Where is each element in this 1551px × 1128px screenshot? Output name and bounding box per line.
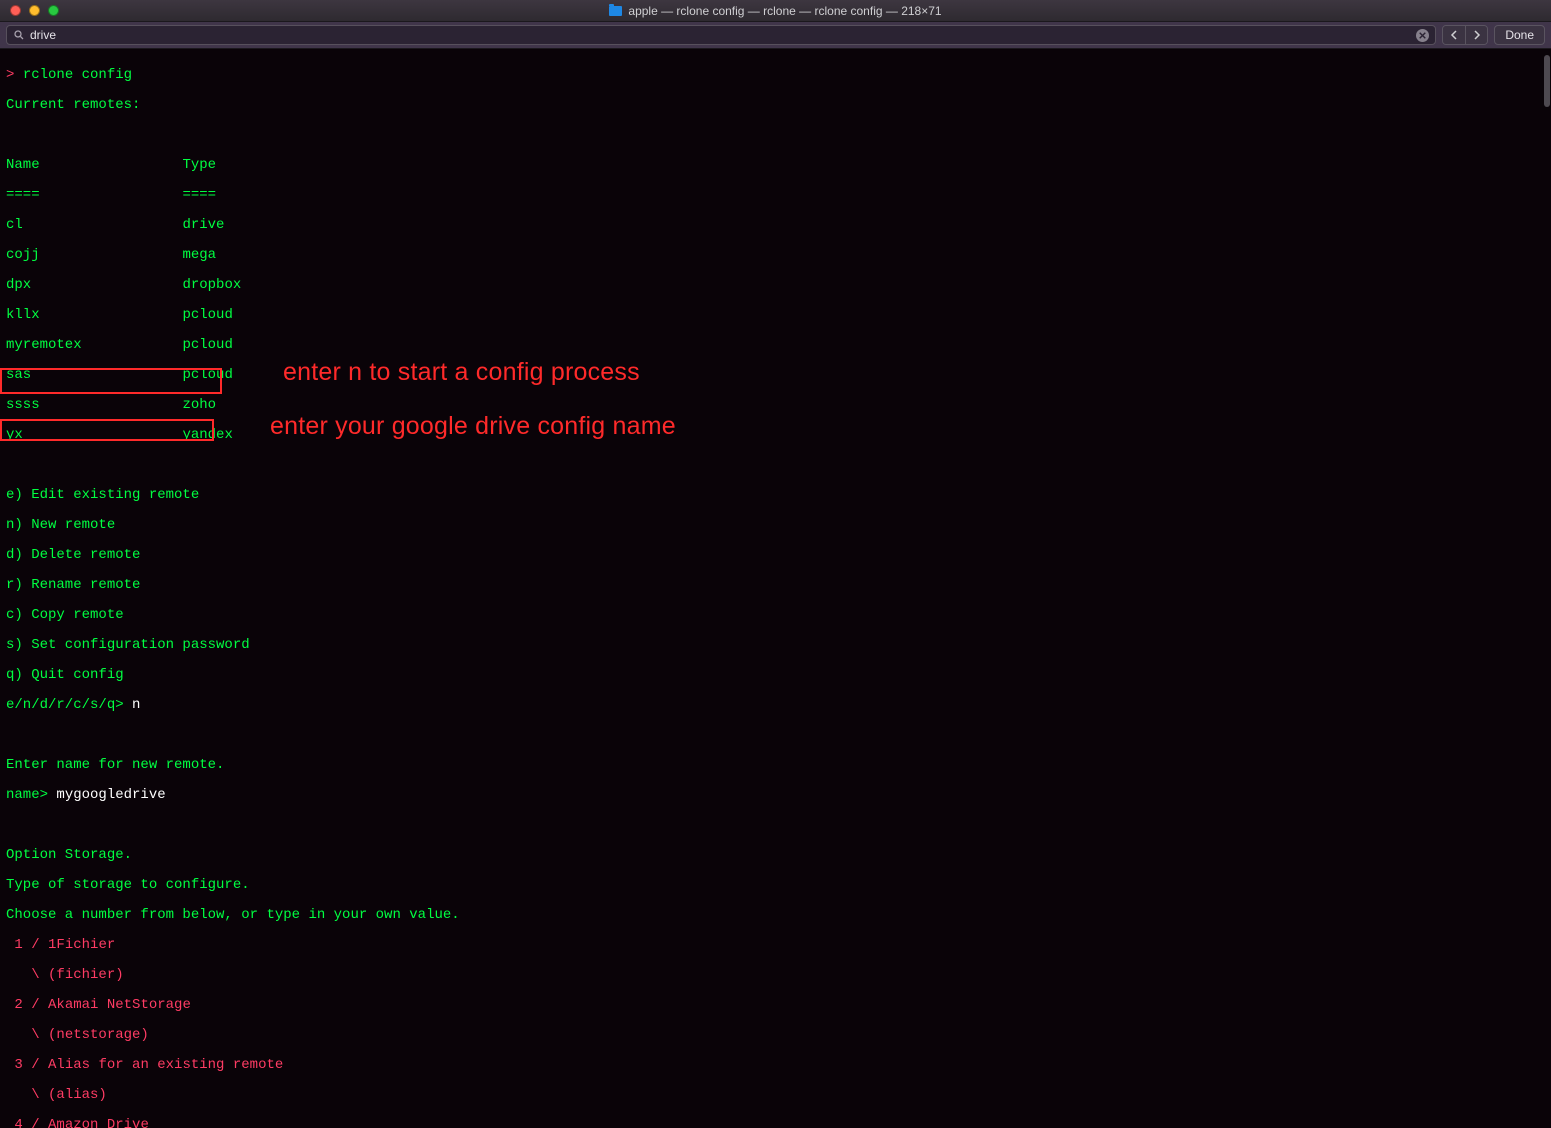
chevron-right-icon xyxy=(1473,30,1481,40)
terminal-viewport[interactable]: > rclone config Current remotes: Name Ty… xyxy=(0,49,1551,1128)
menu-item-delete: d) Delete remote xyxy=(6,548,1545,563)
menu-item-new: n) New remote xyxy=(6,518,1545,533)
remote-row: cojj mega xyxy=(6,248,1545,263)
storage-option: 2 / Akamai NetStorage xyxy=(6,998,1545,1013)
minimize-button[interactable] xyxy=(29,5,40,16)
remote-row: yx yandex xyxy=(6,428,1545,443)
storage-option: 3 / Alias for an existing remote xyxy=(6,1058,1545,1073)
remote-row: ssss zoho xyxy=(6,398,1545,413)
search-input[interactable] xyxy=(30,28,1411,42)
name-value: mygoogledrive xyxy=(56,787,165,803)
find-next-button[interactable] xyxy=(1465,26,1487,44)
name-prompt: name> xyxy=(6,787,48,803)
remote-row: cl drive xyxy=(6,218,1545,233)
storage-option: 4 / Amazon Drive xyxy=(6,1118,1545,1128)
remote-row: kllx pcloud xyxy=(6,308,1545,323)
prompt-char: > xyxy=(6,67,14,83)
find-prev-button[interactable] xyxy=(1443,26,1465,44)
storage-heading: Option Storage. xyxy=(6,848,1545,863)
current-remotes-heading: Current remotes: xyxy=(6,98,1545,113)
maximize-button[interactable] xyxy=(48,5,59,16)
remote-row: dpx dropbox xyxy=(6,278,1545,293)
menu-choice: n xyxy=(132,697,140,713)
find-done-button[interactable]: Done xyxy=(1494,25,1545,45)
scrollbar-thumb[interactable] xyxy=(1544,55,1550,107)
col-type-underline: ==== xyxy=(182,187,216,203)
storage-desc: Type of storage to configure. xyxy=(6,878,1545,893)
col-type-header: Type xyxy=(182,157,216,173)
chevron-left-icon xyxy=(1450,30,1458,40)
x-icon xyxy=(1419,32,1426,39)
storage-option: 1 / 1Fichier xyxy=(6,938,1545,953)
find-nav-group xyxy=(1442,25,1488,45)
menu-item-edit: e) Edit existing remote xyxy=(6,488,1545,503)
search-field-wrap[interactable] xyxy=(6,25,1436,45)
window-title: apple — rclone config — rclone — rclone … xyxy=(0,4,1551,18)
close-button[interactable] xyxy=(10,5,21,16)
remote-row: sas pcloud xyxy=(6,368,1545,383)
folder-icon xyxy=(609,6,622,16)
storage-choose: Choose a number from below, or type in y… xyxy=(6,908,1545,923)
window-title-text: apple — rclone config — rclone — rclone … xyxy=(628,4,941,18)
traffic-lights xyxy=(0,5,59,16)
menu-item-setpw: s) Set configuration password xyxy=(6,638,1545,653)
col-name-header: Name xyxy=(6,157,40,173)
search-icon xyxy=(13,29,25,41)
window-titlebar: apple — rclone config — rclone — rclone … xyxy=(0,0,1551,22)
command-text: rclone config xyxy=(23,67,132,83)
find-done-label: Done xyxy=(1505,28,1534,42)
menu-item-quit: q) Quit config xyxy=(6,668,1545,683)
menu-item-copy: c) Copy remote xyxy=(6,608,1545,623)
col-name-underline: ==== xyxy=(6,187,40,203)
name-ask: Enter name for new remote. xyxy=(6,758,1545,773)
menu-prompt: e/n/d/r/c/s/q> xyxy=(6,697,124,713)
find-bar: Done xyxy=(0,22,1551,49)
menu-item-rename: r) Rename remote xyxy=(6,578,1545,593)
remote-row: myremotex pcloud xyxy=(6,338,1545,353)
clear-search-button[interactable] xyxy=(1416,29,1429,42)
